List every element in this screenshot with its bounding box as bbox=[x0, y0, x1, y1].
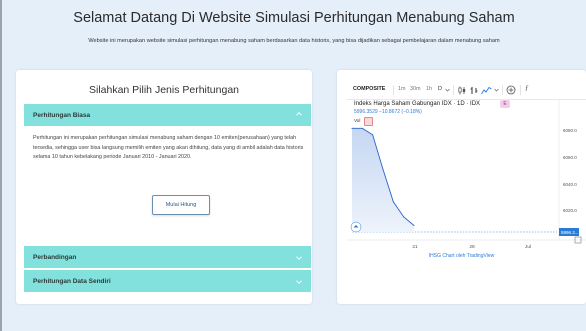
chevron-down-icon[interactable] bbox=[494, 88, 499, 92]
tradingview-attribution[interactable]: IHSG Chart oleh TradingView bbox=[337, 253, 586, 259]
time-tick-label: 21 bbox=[412, 244, 418, 250]
time-tick-label: 28 bbox=[469, 244, 475, 250]
chevron-down-icon[interactable] bbox=[445, 88, 450, 92]
price-point bbox=[392, 201, 394, 203]
interval-1h[interactable]: 1h bbox=[426, 86, 432, 92]
interval-1m[interactable]: 1m bbox=[398, 86, 406, 92]
calculation-type-card: Silahkan Pilih Jenis Perhitungan Perhitu… bbox=[16, 70, 312, 304]
price-point bbox=[382, 168, 384, 170]
price-tick-label: 6020.0 bbox=[563, 208, 577, 213]
chevron-down-icon bbox=[296, 280, 302, 284]
accordion-label: Perhitungan Data Sendiri bbox=[33, 278, 111, 285]
accordion-perhitungan-data-sendiri[interactable]: Perhitungan Data Sendiri bbox=[24, 270, 311, 292]
price-tick-label: 6060.0 bbox=[563, 155, 577, 160]
candles-icon[interactable] bbox=[458, 86, 466, 95]
toolbar-separator bbox=[453, 85, 454, 95]
compare-icon[interactable] bbox=[506, 85, 516, 95]
fx-icon[interactable]: ƒ bbox=[525, 84, 529, 92]
start-calculation-button[interactable]: Mulai Hitung bbox=[152, 195, 210, 215]
symbol-label[interactable]: COMPOSITE bbox=[353, 86, 385, 92]
time-tick-label: Jul bbox=[525, 244, 531, 250]
indicators-icon[interactable] bbox=[481, 86, 492, 95]
accordion-label: Perhitungan Biasa bbox=[33, 112, 91, 119]
price-point bbox=[372, 134, 374, 136]
accordion-body: Perhitungan ini merupakan perhitungan si… bbox=[24, 126, 311, 240]
bars-icon[interactable] bbox=[470, 86, 478, 95]
chevron-up-icon bbox=[296, 111, 302, 116]
price-point bbox=[361, 127, 363, 129]
chart-toolbar: COMPOSITE 1m 30m 1h D ƒ bbox=[347, 82, 586, 100]
accordion-perbandingan[interactable]: Perbandingan bbox=[24, 246, 311, 268]
price-tick-label: 6040.0 bbox=[563, 182, 577, 187]
page-subtitle: Website ini merupakan website simulasi p… bbox=[88, 38, 500, 44]
tradingview-widget[interactable]: COMPOSITE 1m 30m 1h D ƒ Indeks Harga Sah… bbox=[347, 82, 586, 265]
accordion-label: Perbandingan bbox=[33, 254, 77, 261]
toolbar-separator bbox=[502, 85, 503, 95]
price-point bbox=[403, 216, 405, 218]
page-title: Selamat Datang Di Website Simulasi Perhi… bbox=[73, 10, 515, 26]
price-tick-label: 6080.0 bbox=[563, 128, 577, 133]
accordion-description: Perhitungan ini merupakan perhitungan si… bbox=[33, 135, 304, 160]
price-area bbox=[352, 128, 414, 232]
price-point bbox=[351, 127, 353, 129]
page-header: Selamat Datang Di Website Simulasi Perhi… bbox=[2, 0, 586, 62]
price-point bbox=[413, 225, 415, 227]
toolbar-separator bbox=[393, 85, 394, 95]
price-chart[interactable]: 6080.0 6060.0 6040.0 6020.0 21 28 Jul 5996.3.… bbox=[347, 100, 586, 252]
interval-D[interactable]: D bbox=[438, 86, 442, 92]
toolbar-separator bbox=[520, 85, 521, 95]
interval-30m[interactable]: 30m bbox=[410, 86, 421, 92]
accordion-perhitungan-biasa[interactable]: Perhitungan Biasa bbox=[24, 104, 311, 126]
chart-card: COMPOSITE 1m 30m 1h D ƒ Indeks Harga Sah… bbox=[337, 70, 586, 304]
last-price-value: 5996.3... bbox=[561, 230, 579, 235]
chevron-down-icon bbox=[296, 256, 302, 260]
card-title: Silahkan Pilih Jenis Perhitungan bbox=[88, 84, 239, 96]
